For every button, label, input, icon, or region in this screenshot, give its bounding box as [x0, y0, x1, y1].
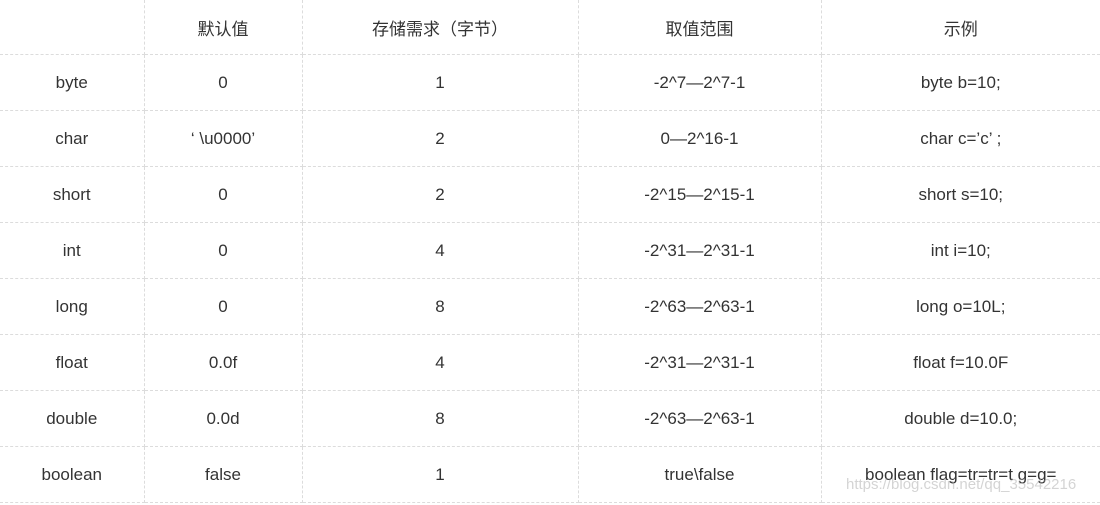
cell-default-value: 0: [144, 222, 303, 279]
cell-default-value: 0: [144, 166, 303, 223]
cell-example: char c=’c’ ;: [821, 110, 1100, 167]
table-row: boolean false 1 true\false boolean flag=…: [0, 446, 1100, 503]
cell-example: short s=10;: [821, 166, 1100, 223]
cell-example: int i=10;: [821, 222, 1100, 279]
table-row: float 0.0f 4 -2^31—2^31-1 float f=10.0F: [0, 334, 1100, 391]
cell-storage: 2: [302, 110, 579, 167]
cell-storage: 2: [302, 166, 579, 223]
table-row: char ‘ \u0000’ 2 0—2^16-1 char c=’c’ ;: [0, 110, 1100, 167]
cell-default-value: false: [144, 446, 303, 503]
cell-example: byte b=10;: [821, 54, 1100, 111]
header-cell-type: [0, 0, 145, 55]
header-cell-storage: 存储需求（字节）: [302, 0, 579, 55]
cell-storage: 4: [302, 222, 579, 279]
header-row: 默认值 存储需求（字节） 取值范围 示例: [0, 0, 1100, 55]
cell-type: float: [0, 334, 145, 391]
table-row: long 0 8 -2^63—2^63-1 long o=10L;: [0, 278, 1100, 335]
cell-storage: 1: [302, 54, 579, 111]
table-row: short 0 2 -2^15—2^15-1 short s=10;: [0, 166, 1100, 223]
cell-storage: 8: [302, 278, 579, 335]
cell-range: true\false: [578, 446, 822, 503]
header-cell-example: 示例: [821, 0, 1100, 55]
cell-type: byte: [0, 54, 145, 111]
table-row: byte 0 1 -2^7—2^7-1 byte b=10;: [0, 54, 1100, 111]
cell-default-value: 0: [144, 54, 303, 111]
header-cell-default-value: 默认值: [144, 0, 303, 55]
cell-type: boolean: [0, 446, 145, 503]
header-cell-range: 取值范围: [578, 0, 822, 55]
cell-default-value: 0.0f: [144, 334, 303, 391]
cell-type: double: [0, 390, 145, 447]
cell-range: -2^31—2^31-1: [578, 334, 822, 391]
java-primitive-types-table: 默认值 存储需求（字节） 取值范围 示例 byte 0 1 -2^7—2^7-1…: [0, 0, 1100, 503]
cell-example: boolean flag=tr=tr=t g=g=: [821, 446, 1100, 503]
cell-default-value: ‘ \u0000’: [144, 110, 303, 167]
table-row: double 0.0d 8 -2^63—2^63-1 double d=10.0…: [0, 390, 1100, 447]
table-row: int 0 4 -2^31—2^31-1 int i=10;: [0, 222, 1100, 279]
cell-range: -2^7—2^7-1: [578, 54, 822, 111]
cell-range: 0—2^16-1: [578, 110, 822, 167]
cell-type: char: [0, 110, 145, 167]
cell-type: int: [0, 222, 145, 279]
cell-storage: 1: [302, 446, 579, 503]
cell-range: -2^63—2^63-1: [578, 390, 822, 447]
cell-storage: 4: [302, 334, 579, 391]
cell-example: double d=10.0;: [821, 390, 1100, 447]
cell-range: -2^15—2^15-1: [578, 166, 822, 223]
cell-example: long o=10L;: [821, 278, 1100, 335]
cell-type: short: [0, 166, 145, 223]
cell-default-value: 0: [144, 278, 303, 335]
cell-default-value: 0.0d: [144, 390, 303, 447]
cell-range: -2^63—2^63-1: [578, 278, 822, 335]
cell-type: long: [0, 278, 145, 335]
cell-range: -2^31—2^31-1: [578, 222, 822, 279]
cell-example: float f=10.0F: [821, 334, 1100, 391]
cell-storage: 8: [302, 390, 579, 447]
